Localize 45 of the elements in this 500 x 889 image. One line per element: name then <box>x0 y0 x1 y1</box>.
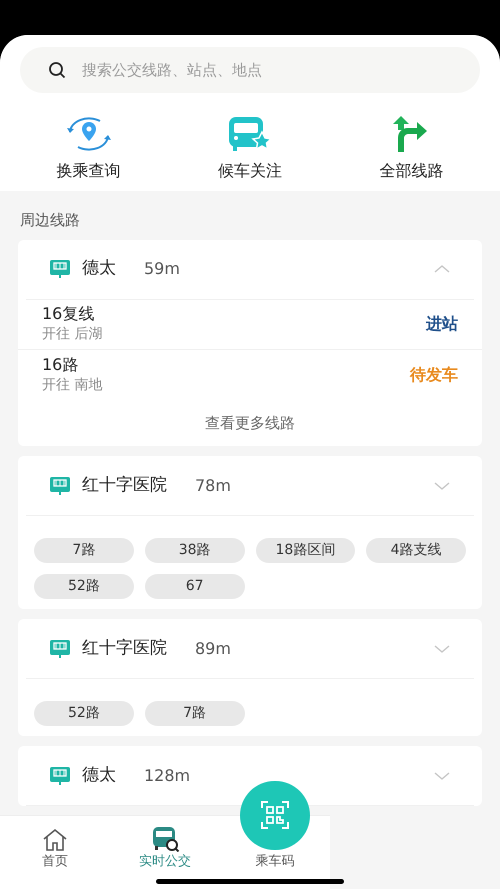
route-chip[interactable]: 52路 <box>34 574 134 599</box>
bus-stop-icon <box>50 476 70 494</box>
station-distance: 128m <box>144 764 190 786</box>
shortcut-button[interactable]: 候车关注 <box>180 115 320 183</box>
home-icon <box>42 828 68 852</box>
tab[interactable]: 乘车码 <box>220 781 330 871</box>
bus-stop-icon <box>50 260 70 278</box>
station-name: 德太 <box>82 257 116 280</box>
line-row[interactable]: 16路 开往 南地 待发车 <box>18 350 482 400</box>
shortcut-button[interactable]: 全部线路 <box>341 115 482 183</box>
chevron-down-icon[interactable] <box>434 770 450 780</box>
shortcut-button[interactable]: 换乘查询 <box>18 115 159 183</box>
search-icon <box>48 61 66 79</box>
line-status: 待发车 <box>410 364 458 386</box>
line-status: 进站 <box>426 313 458 335</box>
qr-scan-icon <box>260 800 290 830</box>
line-name: 16复线 <box>42 304 96 324</box>
tab[interactable]: 首页 <box>0 828 110 871</box>
line-row[interactable]: 16复线 开往 后湖 进站 <box>18 300 482 350</box>
station-name: 红十字医院 <box>82 636 167 660</box>
section-title: 周边线路 <box>20 210 81 231</box>
chevron-down-icon[interactable] <box>434 480 450 490</box>
route-chip[interactable]: 7路 <box>34 538 134 563</box>
route-chip[interactable]: 52路 <box>34 701 134 726</box>
station-name: 红十字医院 <box>82 474 167 497</box>
route-chip[interactable]: 67 <box>144 574 244 599</box>
route-chip[interactable]: 7路 <box>144 701 244 726</box>
station-distance: 59m <box>144 258 180 280</box>
route-chip[interactable]: 18路区间 <box>256 538 356 563</box>
line-direction: 开往 后湖 <box>42 326 102 344</box>
station-distance: 89m <box>195 638 231 660</box>
chevron-up-icon[interactable] <box>434 264 450 274</box>
more-lines-link[interactable]: 查看更多线路 <box>205 412 295 434</box>
tab[interactable]: 实时公交 <box>110 826 220 871</box>
line-name: 16路 <box>42 354 80 375</box>
chevron-down-icon[interactable] <box>434 644 450 654</box>
line-direction: 开往 南地 <box>42 376 102 394</box>
search-field[interactable]: 搜索公交线路、站点、地点 <box>20 47 480 93</box>
bus-search-icon <box>150 826 180 852</box>
bus-stop-icon <box>50 766 70 784</box>
route-chip[interactable]: 38路 <box>144 538 244 563</box>
station-name: 德太 <box>82 764 116 787</box>
station-distance: 78m <box>195 474 231 496</box>
bus-stop-icon <box>50 640 70 658</box>
route-chip[interactable]: 4路支线 <box>366 538 466 563</box>
